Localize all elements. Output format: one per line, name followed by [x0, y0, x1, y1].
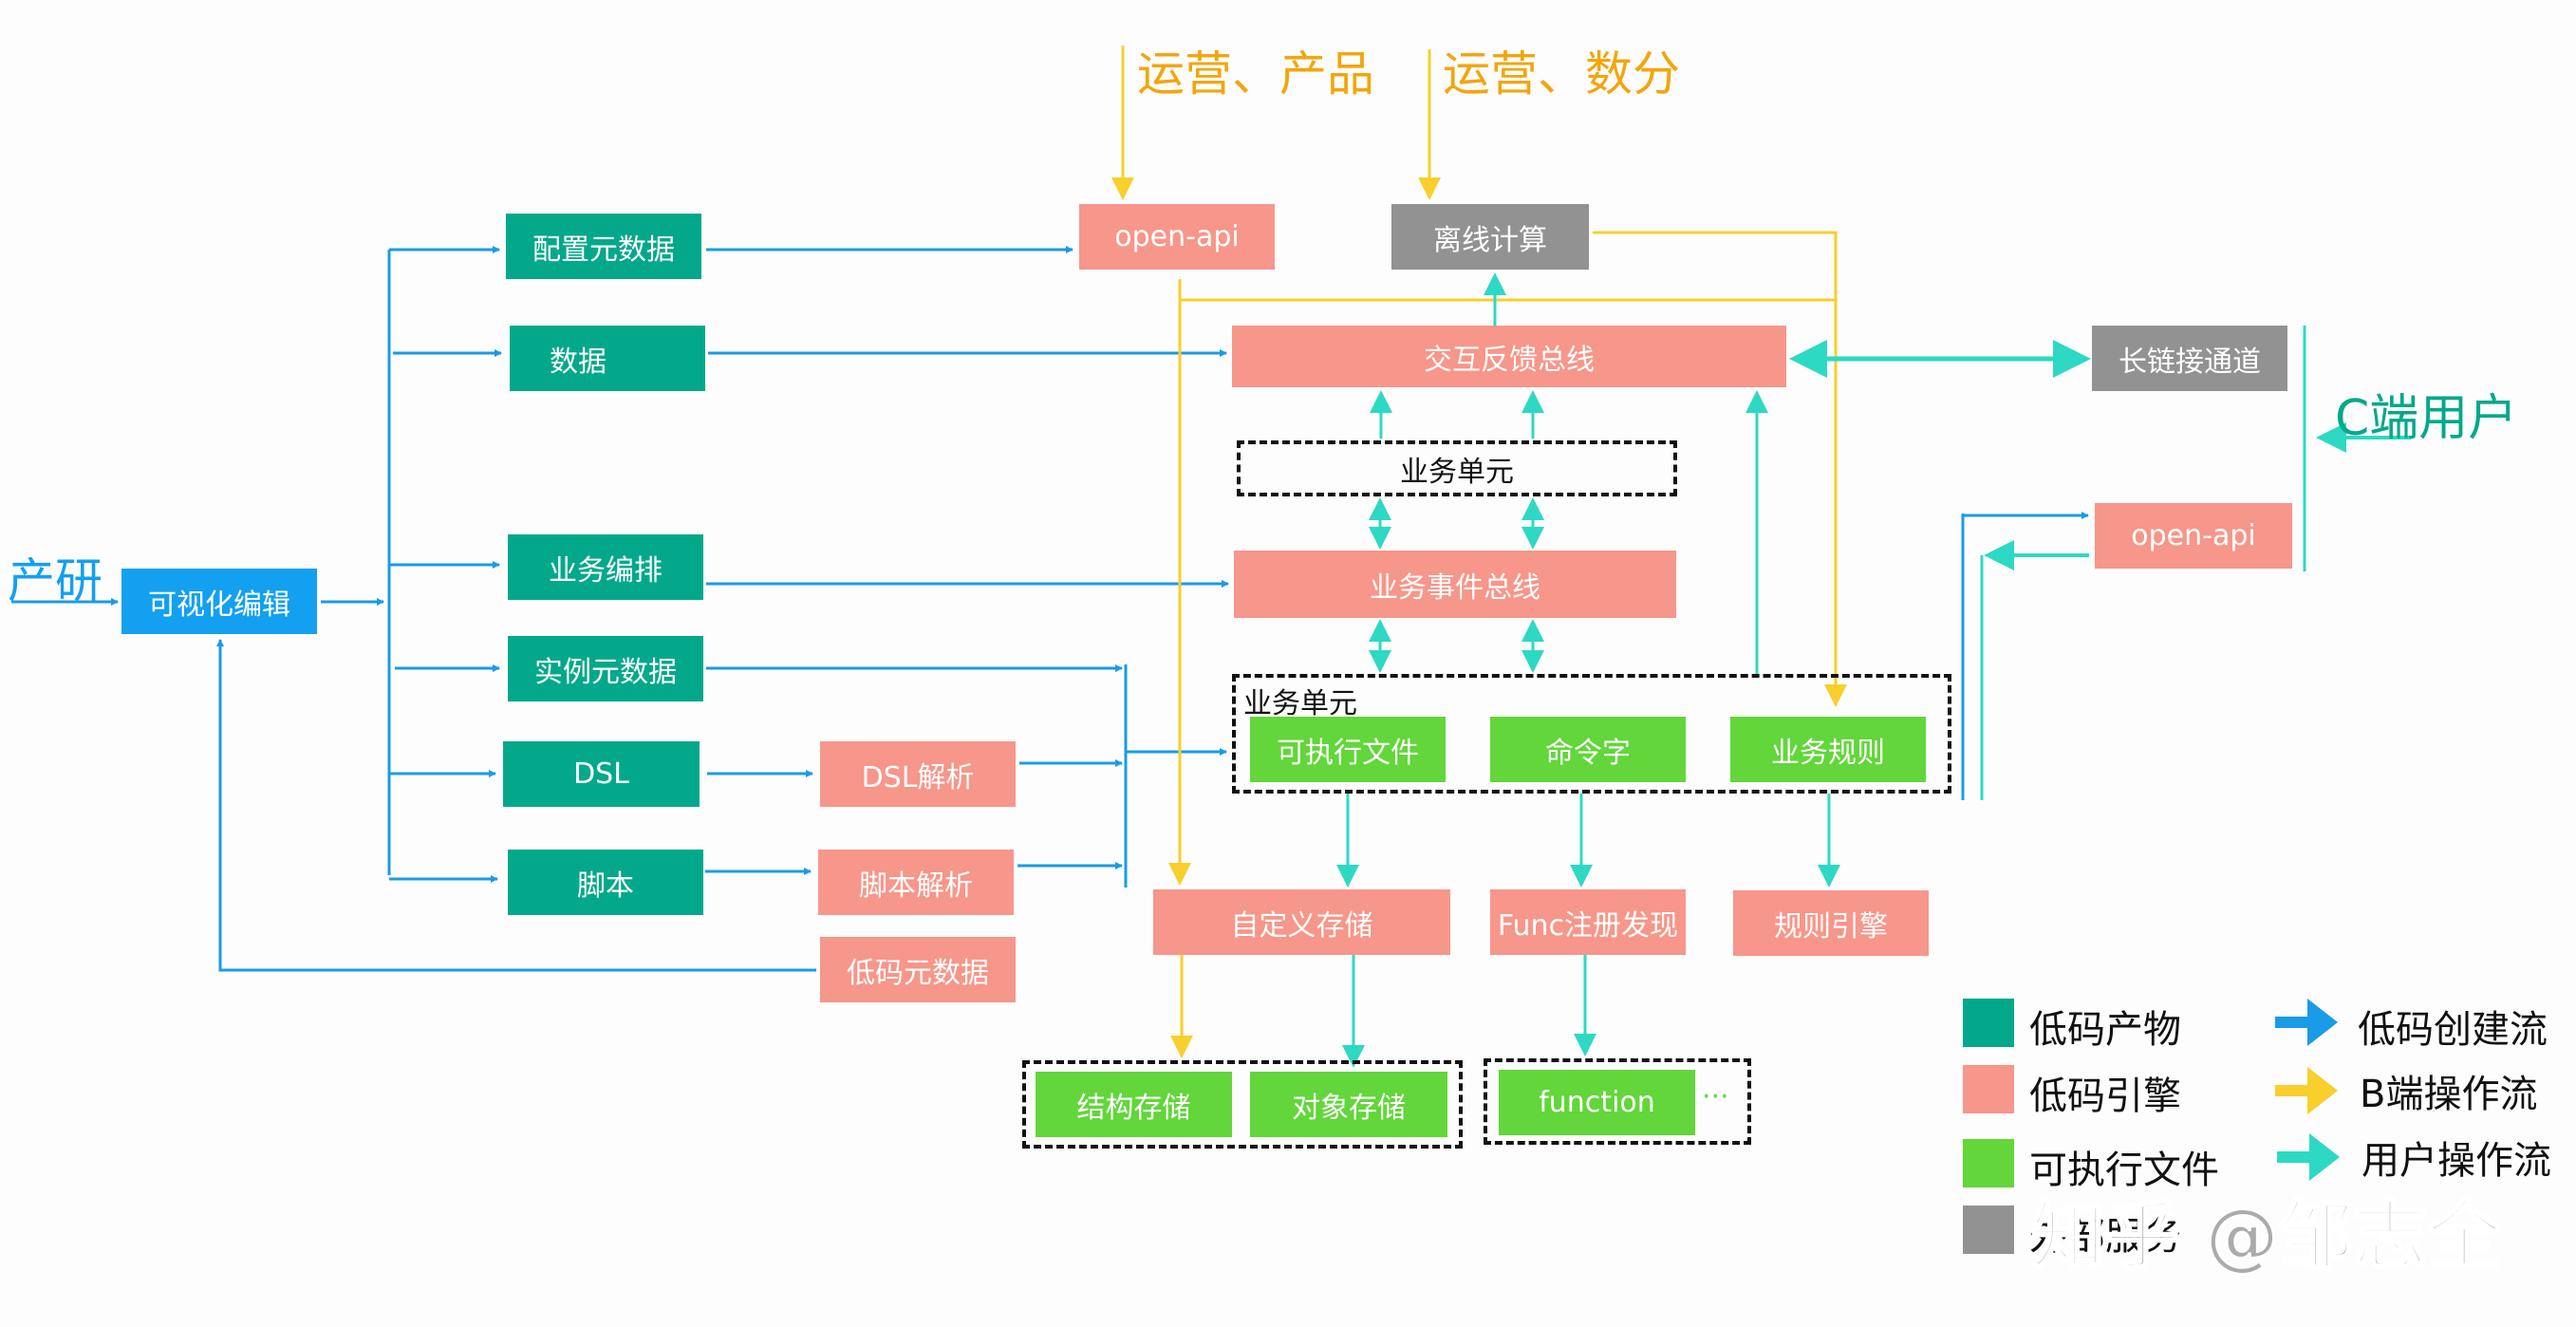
script-node[interactable]: 脚本 [508, 850, 703, 915]
dsl-parse-node[interactable]: DSL解析 [820, 741, 1016, 807]
biz-rule-node[interactable]: 业务规则 [1730, 717, 1926, 782]
config-metadata-node[interactable]: 配置元数据 [506, 214, 701, 279]
legend-label-artifact: 低码产物 [2029, 1008, 2181, 1052]
legend-swatch-external [1963, 1206, 2014, 1254]
blue-arrow-icon [2275, 999, 2338, 1046]
long-connection-channel[interactable]: 长链接通道 [2092, 326, 2287, 391]
watermark: 知乎 @邹志全 [2029, 1193, 2502, 1281]
biz-unit-small[interactable]: 业务单元 [1237, 440, 1677, 496]
offline-compute-node[interactable]: 离线计算 [1391, 204, 1589, 270]
biz-event-bus[interactable]: 业务事件总线 [1234, 551, 1676, 618]
biz-orchestration-node[interactable]: 业务编排 [508, 534, 703, 600]
interaction-feedback-bus[interactable]: 交互反馈总线 [1232, 326, 1786, 387]
actor-ops-product: 运营、产品 [1137, 47, 1374, 102]
cyan-arrow-icon [2277, 1133, 2340, 1181]
actor-c-user: C端用户 [2335, 390, 2518, 447]
func-registry-node[interactable]: Func注册发现 [1490, 889, 1686, 955]
legend-swatch-executable [1963, 1139, 2014, 1187]
legend-swatch-engine [1963, 1065, 2014, 1113]
more-functions-ellipsis: ··· [1702, 1080, 1729, 1113]
open-api-right-node[interactable]: open-api [2095, 503, 2292, 569]
command-word-node[interactable]: 命令字 [1490, 717, 1686, 782]
lowcode-metadata-node[interactable]: 低码元数据 [820, 937, 1016, 1002]
legend-label-engine: 低码引擎 [2029, 1075, 2181, 1118]
script-parse-node[interactable]: 脚本解析 [818, 850, 1014, 915]
legend-swatch-artifact [1963, 999, 2014, 1047]
architecture-diagram: 产研 运营、产品 运营、数分 C端用户 可视化编辑 配置元数据 数据 业务编排 … [0, 0, 2576, 1327]
legend-label-creation-flow: 低码创建流 [2358, 1008, 2548, 1052]
visual-editor-node[interactable]: 可视化编辑 [121, 569, 317, 634]
object-storage-node[interactable]: 对象存储 [1250, 1072, 1447, 1137]
custom-storage-node[interactable]: 自定义存储 [1153, 889, 1450, 955]
yellow-arrow-icon [2275, 1067, 2338, 1114]
rule-engine-node[interactable]: 规则引擎 [1733, 890, 1929, 956]
biz-unit-group-title: 业务单元 [1243, 687, 1357, 720]
instance-metadata-node[interactable]: 实例元数据 [508, 636, 703, 701]
actor-rd: 产研 [8, 553, 103, 608]
function-node[interactable]: function [1499, 1070, 1695, 1135]
executable-file-node[interactable]: 可执行文件 [1250, 717, 1446, 782]
dsl-node[interactable]: DSL [503, 741, 700, 807]
data-node[interactable]: 数据 [510, 326, 705, 391]
legend-label-b-side-flow: B端操作流 [2360, 1073, 2538, 1116]
actor-ops-analytics: 运营、数分 [1443, 47, 1680, 102]
open-api-top-node[interactable]: open-api [1079, 204, 1275, 270]
struct-storage-node[interactable]: 结构存储 [1036, 1072, 1232, 1137]
